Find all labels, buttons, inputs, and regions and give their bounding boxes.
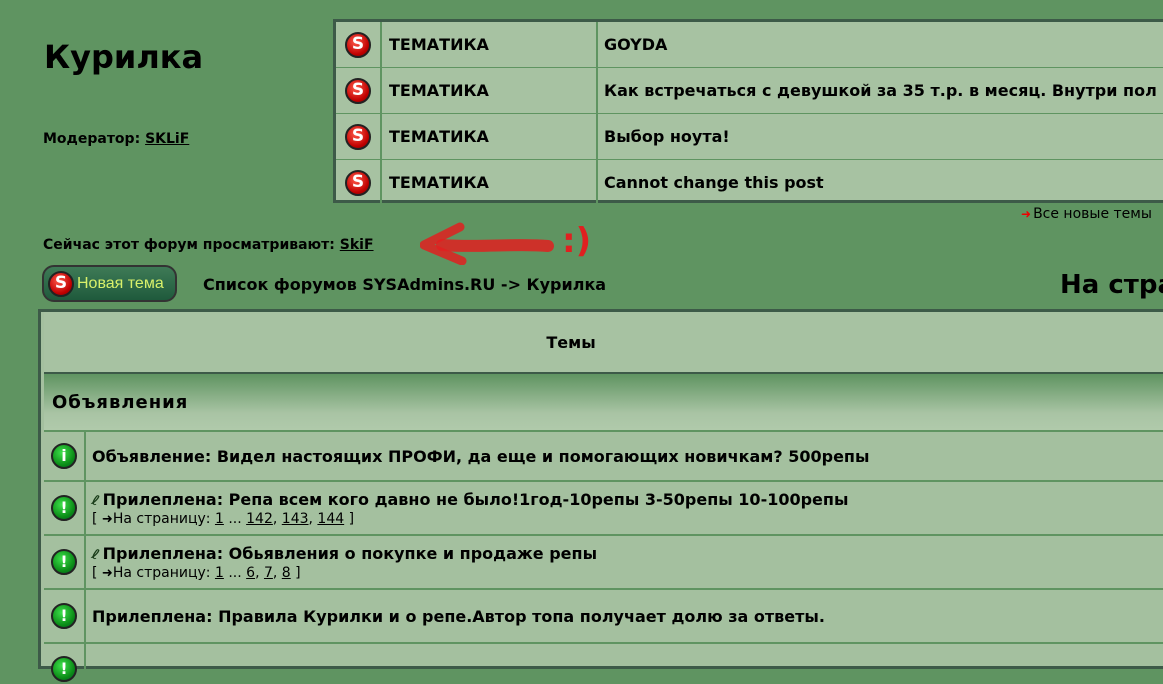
all-new-topics-link[interactable]: ➜ Все новые темы bbox=[1021, 206, 1152, 222]
sticky-icon: ! bbox=[51, 603, 77, 629]
moderator-link[interactable]: SKLiF bbox=[145, 131, 189, 147]
s-logo-icon: S bbox=[345, 169, 371, 196]
viewers-line: Сейчас этот форум просматривают: SkiF bbox=[43, 237, 374, 253]
info-icon: i bbox=[51, 443, 77, 469]
sticky-icon: ! bbox=[51, 549, 77, 575]
page-link[interactable]: 1 bbox=[215, 511, 224, 527]
recent-topic-category: ТЕМАТИКА bbox=[382, 22, 598, 67]
topic-link[interactable]: Объявление: Видел настоящих ПРОФИ, да ещ… bbox=[92, 447, 1163, 466]
page-link[interactable]: 144 bbox=[317, 511, 344, 527]
recent-topic-row: S ТЕМАТИКА Выбор ноута! bbox=[336, 114, 1163, 160]
s-logo-icon: S bbox=[345, 123, 371, 150]
s-logo-icon: S bbox=[345, 31, 371, 58]
pagination: [ ➜На страницу: 1 ... 142, 143, 144 ] bbox=[92, 510, 355, 527]
page-arrow-icon: ➜ bbox=[101, 511, 113, 527]
table-header: Темы bbox=[44, 312, 1163, 374]
pagination: [ ➜На страницу: 1 ... 6, 7, 8 ] bbox=[92, 564, 301, 581]
page-link[interactable]: 143 bbox=[282, 511, 309, 527]
table-row: ! ℓПрилеплена: Репа всем кого давно не б… bbox=[44, 480, 1163, 534]
breadcrumb[interactable]: Список форумов SYSAdmins.RU -> Курилка bbox=[203, 275, 606, 294]
all-new-topics-label: Все новые темы bbox=[1033, 206, 1152, 222]
moderator-line: Модератор: SKLiF bbox=[43, 131, 189, 147]
recent-topic-category: ТЕМАТИКА bbox=[382, 68, 598, 113]
recent-topics-box: S ТЕМАТИКА GOYDA S ТЕМАТИКА Как встречат… bbox=[333, 19, 1163, 205]
s-logo-icon: S bbox=[345, 77, 371, 104]
s-logo-icon: S bbox=[48, 270, 74, 297]
recent-topic-category: ТЕМАТИКА bbox=[382, 160, 598, 205]
moderator-label: Модератор: bbox=[43, 131, 141, 147]
recent-topic-link[interactable]: Выбор ноута! bbox=[598, 114, 1163, 159]
sticky-icon: ! bbox=[51, 656, 77, 682]
recent-topic-link[interactable]: Cannot change this post bbox=[598, 160, 1163, 205]
recent-topic-link[interactable]: GOYDA bbox=[598, 22, 1163, 67]
topic-link[interactable]: Прилеплена: Правила Курилки и о репе.Авт… bbox=[92, 607, 1163, 626]
page-link[interactable]: 1 bbox=[215, 565, 224, 581]
topic-link[interactable]: Прилеплена: Репа всем кого давно не было… bbox=[103, 490, 849, 509]
paperclip-icon: ℓ bbox=[89, 491, 102, 510]
red-arrow-annotation: :) bbox=[420, 221, 591, 265]
page-heading: На стра bbox=[1060, 270, 1163, 300]
pagination-label: На страницу: bbox=[112, 510, 211, 527]
topics-table: Темы Объявления i Объявление: Видел наст… bbox=[38, 309, 1163, 684]
sticky-icon: ! bbox=[51, 495, 77, 521]
table-row: i Объявление: Видел настоящих ПРОФИ, да … bbox=[44, 430, 1163, 480]
viewers-label: Сейчас этот форум просматривают: bbox=[43, 237, 335, 253]
forum-title: Курилка bbox=[44, 38, 204, 76]
smiley-annotation: :) bbox=[562, 221, 591, 261]
section-announcements: Объявления bbox=[44, 374, 1163, 430]
page-link[interactable]: 142 bbox=[246, 511, 273, 527]
page-arrow-icon: ➜ bbox=[101, 565, 113, 581]
page-link[interactable]: 6 bbox=[246, 565, 255, 581]
red-arrow-icon: ➜ bbox=[1021, 207, 1032, 221]
table-row: ! ℓПрилеплена: Обьявления о покупке и пр… bbox=[44, 534, 1163, 588]
paperclip-icon: ℓ bbox=[89, 545, 102, 564]
table-row: ! Прилеплена: Правила Курилки и о репе.А… bbox=[44, 588, 1163, 642]
recent-topic-link[interactable]: Как встречаться с девушкой за 35 т.р. в … bbox=[598, 68, 1163, 113]
page-link[interactable]: 7 bbox=[264, 565, 273, 581]
recent-topic-row: S ТЕМАТИКА Как встречаться с девушкой за… bbox=[336, 68, 1163, 114]
pagination-label: На страницу: bbox=[112, 564, 211, 581]
new-topic-label: Новая тема bbox=[77, 274, 164, 292]
new-topic-button[interactable]: S Новая тема bbox=[42, 265, 177, 302]
table-row: ! bbox=[44, 642, 1163, 684]
recent-topic-row: S ТЕМАТИКА Cannot change this post bbox=[336, 160, 1163, 205]
recent-topic-category: ТЕМАТИКА bbox=[382, 114, 598, 159]
topic-link[interactable]: Прилеплена: Обьявления о покупке и прода… bbox=[103, 544, 597, 563]
viewer-user-link[interactable]: SkiF bbox=[340, 237, 374, 253]
page-link[interactable]: 8 bbox=[282, 565, 291, 581]
recent-topic-row: S ТЕМАТИКА GOYDA bbox=[336, 22, 1163, 68]
